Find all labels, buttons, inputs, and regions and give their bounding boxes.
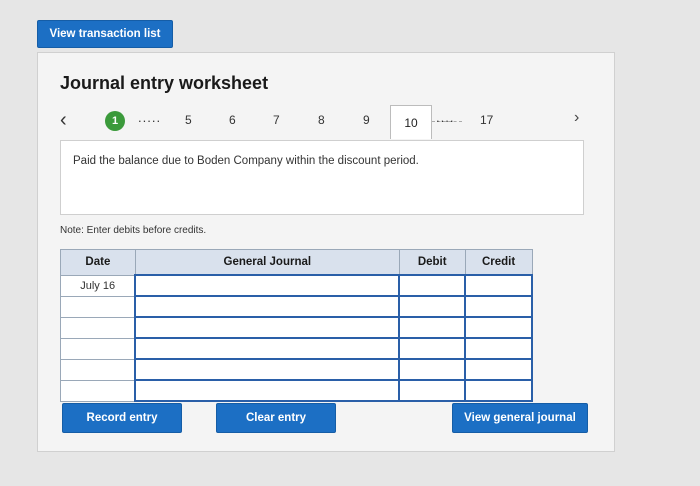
step-7[interactable]: 7: [273, 113, 280, 127]
table-row: [60, 295, 533, 318]
table-row: [60, 379, 533, 402]
date-cell: [60, 295, 136, 318]
date-cell: July 16: [60, 274, 136, 297]
chevron-left-icon[interactable]: ‹: [60, 109, 67, 132]
account-input-cell[interactable]: [134, 379, 401, 402]
account-input[interactable]: [136, 318, 399, 337]
general-journal-header: General Journal: [134, 249, 400, 276]
dots-left: .....: [138, 110, 162, 125]
chevron-right-icon[interactable]: ›: [574, 109, 579, 127]
credit-input-cell[interactable]: [464, 337, 533, 360]
date-cell: [60, 358, 136, 381]
credit-input-cell[interactable]: [464, 295, 533, 318]
account-input[interactable]: [136, 381, 399, 400]
account-input[interactable]: [136, 276, 399, 295]
step-17[interactable]: 17: [480, 113, 493, 127]
step-1-active[interactable]: 1: [105, 111, 125, 131]
step-9[interactable]: 9: [363, 113, 370, 127]
debit-input[interactable]: [400, 339, 465, 358]
debit-input-cell[interactable]: [398, 379, 467, 402]
credit-header: Credit: [464, 249, 533, 276]
worksheet-title: Journal entry worksheet: [60, 73, 269, 93]
date-cell: [60, 316, 136, 339]
credit-input[interactable]: [466, 339, 531, 358]
note-text: Note: Enter debits before credits.: [60, 225, 207, 236]
credit-input[interactable]: [466, 360, 531, 379]
debit-input-cell[interactable]: [398, 295, 467, 318]
debit-input[interactable]: [400, 318, 465, 337]
step-6[interactable]: 6: [229, 113, 236, 127]
debit-input-cell[interactable]: [398, 316, 467, 339]
account-input-cell[interactable]: [134, 358, 401, 381]
record-entry-button[interactable]: Record entry: [62, 403, 182, 433]
date-header: Date: [60, 249, 136, 276]
dots-right: ....: [436, 110, 455, 125]
account-input[interactable]: [136, 297, 399, 316]
transaction-description-box: Paid the balance due to Boden Company wi…: [60, 140, 584, 215]
table-row: July 16: [60, 274, 533, 297]
journal-entry-worksheet-panel: Journal entry worksheet ‹ 1 ..... 5 6 7 …: [37, 52, 615, 452]
debit-input-cell[interactable]: [398, 358, 467, 381]
credit-input-cell[interactable]: [464, 274, 533, 297]
view-general-journal-button[interactable]: View general journal: [452, 403, 588, 433]
credit-input-cell[interactable]: [464, 316, 533, 339]
debit-input[interactable]: [400, 297, 465, 316]
credit-input[interactable]: [466, 297, 531, 316]
credit-input[interactable]: [466, 381, 531, 400]
step-8[interactable]: 8: [318, 113, 325, 127]
view-transaction-list-button[interactable]: View transaction list: [37, 20, 173, 48]
debit-input-cell[interactable]: [398, 337, 467, 360]
debit-input[interactable]: [400, 360, 465, 379]
clear-entry-button[interactable]: Clear entry: [216, 403, 336, 433]
table-row: [60, 316, 533, 339]
credit-input[interactable]: [466, 318, 531, 337]
transaction-description: Paid the balance due to Boden Company wi…: [73, 155, 419, 167]
account-input-cell[interactable]: [134, 274, 401, 297]
account-input-cell[interactable]: [134, 295, 401, 318]
date-cell: [60, 379, 136, 402]
credit-input-cell[interactable]: [464, 358, 533, 381]
step-navigation: ‹ 1 ..... 5 6 7 8 9 10 .... 17 ›: [38, 105, 616, 141]
step-10-current-tab[interactable]: 10: [390, 105, 432, 139]
account-input[interactable]: [136, 339, 399, 358]
debit-input-cell[interactable]: [398, 274, 467, 297]
account-input[interactable]: [136, 360, 399, 379]
step-5[interactable]: 5: [185, 113, 192, 127]
credit-input-cell[interactable]: [464, 379, 533, 402]
account-input-cell[interactable]: [134, 337, 401, 360]
debit-input[interactable]: [400, 381, 465, 400]
credit-input[interactable]: [466, 276, 531, 295]
date-cell: [60, 337, 136, 360]
table-row: [60, 337, 533, 360]
table-row: [60, 358, 533, 381]
debit-input[interactable]: [400, 276, 465, 295]
journal-table: Date General Journal Debit Credit July 1…: [60, 249, 533, 402]
account-input-cell[interactable]: [134, 316, 401, 339]
table-header-row: Date General Journal Debit Credit: [60, 249, 533, 276]
debit-header: Debit: [398, 249, 466, 276]
